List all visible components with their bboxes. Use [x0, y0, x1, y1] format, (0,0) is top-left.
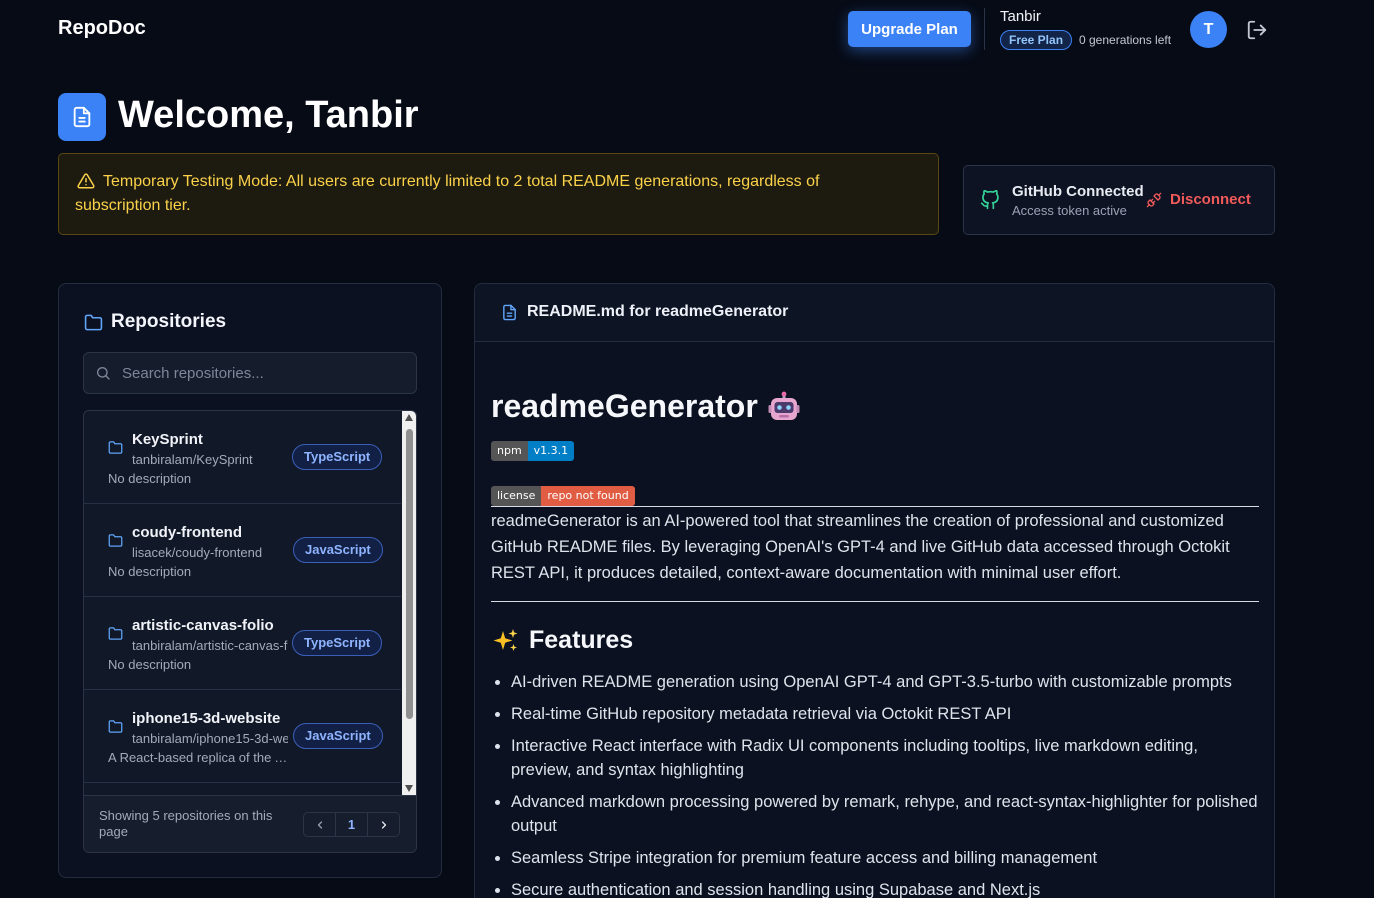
language-badge: JavaScript [293, 537, 383, 563]
repo-description: No description [108, 657, 192, 672]
list-item: Secure authentication and session handli… [491, 878, 1261, 898]
disconnect-button[interactable]: Disconnect [1146, 191, 1251, 208]
pagination-summary: Showing 5 repositories on this page [99, 808, 273, 839]
repo-name: artistic-canvas-folio [132, 617, 274, 634]
folder-icon [108, 720, 123, 733]
readme-intro: readmeGenerator is an AI-powered tool th… [491, 512, 1230, 582]
repositories-panel: Repositories KeySprint tanbiralam/KeySpr… [58, 283, 442, 878]
readme-title: readmeGenerator [491, 388, 800, 425]
repositories-header: Repositories [84, 311, 226, 333]
search-box [83, 352, 417, 394]
top-bar: RepoDoc Upgrade Plan Tanbir Free Plan 0 … [0, 0, 1374, 60]
features-title: Features [529, 626, 634, 654]
sparkles-icon [493, 628, 518, 651]
scroll-down-arrow-icon[interactable] [405, 785, 413, 792]
readme-preview-panel: README.md for readmeGenerator readmeGene… [474, 283, 1275, 898]
header-divider [984, 8, 985, 50]
readme-header-title: README.md for readmeGenerator [527, 303, 789, 320]
language-badge: JavaScript [293, 723, 383, 749]
list-item: Advanced markdown processing powered by … [491, 790, 1261, 838]
current-page[interactable]: 1 [335, 813, 368, 836]
list-item[interactable]: KeySprint tanbiralam/KeySprint No descri… [84, 411, 401, 504]
avatar[interactable]: T [1190, 11, 1227, 48]
list-item[interactable]: iphone15-3d-website tanbiralam/iphone15-… [84, 690, 401, 783]
repo-name: KeySprint [132, 431, 203, 448]
list-item[interactable]: coudy-frontend lisacek/coudy-frontend No… [84, 504, 401, 597]
unplug-icon [1146, 192, 1162, 207]
repo-path: lisacek/coudy-frontend [132, 545, 263, 560]
document-icon-box [58, 93, 106, 141]
user-name: Tanbir [1000, 8, 1041, 25]
page-title: Welcome, Tanbir [118, 94, 419, 136]
brand-logo[interactable]: RepoDoc [58, 17, 146, 40]
language-badge: TypeScript [292, 444, 383, 470]
search-input[interactable] [122, 361, 402, 385]
repo-name: iphone15-3d-website [132, 710, 281, 727]
repo-description: No description [108, 471, 192, 486]
license-badge-value: repo not found [541, 486, 635, 506]
folder-icon [108, 627, 123, 640]
repo-name: coudy-frontend [132, 524, 242, 541]
features-list: AI-driven README generation using OpenAI… [491, 670, 1261, 898]
file-text-icon [503, 304, 516, 321]
list-footer: Showing 5 repositories on this page 1 [84, 795, 416, 852]
logout-icon[interactable] [1246, 19, 1268, 41]
next-page-button[interactable] [368, 813, 399, 836]
license-badge-label: license [491, 486, 542, 506]
scroll-up-arrow-icon[interactable] [405, 414, 413, 421]
github-status-subtitle: Access token active [1012, 203, 1127, 218]
upgrade-plan-button[interactable]: Upgrade Plan [848, 11, 971, 47]
npm-badge-label: npm [491, 441, 528, 461]
chevron-left-icon [317, 820, 322, 829]
folder-icon [84, 314, 103, 330]
repo-path: tanbiralam/artistic-canvas-folio [132, 638, 288, 653]
prev-page-button[interactable] [304, 813, 335, 836]
repositories-title: Repositories [111, 311, 227, 332]
list-scrollbar[interactable] [402, 411, 416, 795]
github-connection-card: GitHub Connected Access token active Dis… [963, 165, 1275, 235]
npm-badge-value: v1.3.1 [527, 441, 575, 461]
search-icon [97, 367, 110, 380]
list-item: Interactive React interface with Radix U… [491, 734, 1261, 782]
scroll-thumb[interactable] [406, 429, 413, 719]
warning-text: Temporary Testing Mode: All users are cu… [75, 173, 820, 214]
pagination: 1 [303, 812, 400, 837]
list-item: Seamless Stripe integration for premium … [491, 846, 1261, 870]
folder-icon [108, 534, 123, 547]
generations-left: 0 generations left [1079, 33, 1172, 47]
repo-path: tanbiralam/KeySprint [132, 452, 253, 467]
plan-badge: Free Plan [1000, 30, 1073, 50]
repository-list: KeySprint tanbiralam/KeySprint No descri… [83, 410, 417, 853]
list-item: Real-time GitHub repository metadata ret… [491, 702, 1261, 726]
file-text-icon [73, 106, 91, 128]
repo-description: No description [108, 564, 192, 579]
testing-mode-warning: Temporary Testing Mode: All users are cu… [58, 153, 939, 235]
github-status-title: GitHub Connected [1012, 183, 1144, 200]
license-badge[interactable]: license repo not found [491, 486, 635, 506]
robot-icon [768, 391, 800, 420]
divider [491, 601, 1259, 602]
github-icon [980, 190, 999, 210]
chevron-right-icon [381, 820, 386, 829]
disconnect-label: Disconnect [1170, 191, 1251, 208]
divider [491, 506, 1259, 507]
list-item: AI-driven README generation using OpenAI… [491, 670, 1261, 694]
folder-icon [108, 441, 123, 454]
language-badge: TypeScript [292, 630, 383, 656]
repo-description: A React-based replica of the Apple iPhon… [108, 750, 288, 765]
npm-version-badge[interactable]: npm v1.3.1 [491, 441, 575, 461]
readme-header: README.md for readmeGenerator [475, 284, 1274, 342]
repo-path: tanbiralam/iphone15-3d-website [132, 731, 288, 746]
readme-title-text: readmeGenerator [491, 388, 758, 424]
features-heading: Features [493, 626, 633, 655]
list-item[interactable]: artistic-canvas-folio tanbiralam/artisti… [84, 597, 401, 690]
